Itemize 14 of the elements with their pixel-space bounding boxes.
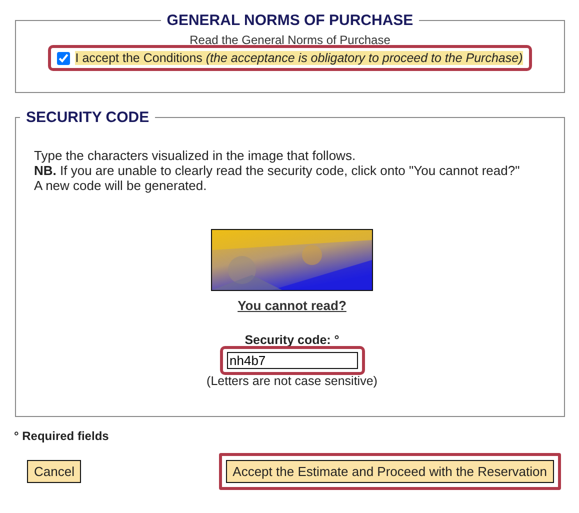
- note-text: NB. If you are unable to clearly read the security code, click onto "You cannot read?" A new code will be generated.: [34, 163, 521, 193]
- proceed-button[interactable]: Accept the Estimate and Proceed with the Reservation: [226, 460, 554, 483]
- hint-text: (Letters are not case sensitive): [206, 374, 378, 388]
- refresh-link[interactable]: You cannot read?: [238, 298, 346, 313]
- field-label: Security code: °: [244, 333, 340, 347]
- section-title: GENERAL NORMS OF PURCHASE: [166, 12, 414, 29]
- cancel-button[interactable]: Cancel: [27, 460, 82, 483]
- norms-link[interactable]: Read the General Norms of Purchase: [190, 33, 390, 47]
- security-code-field[interactable]: nh4b7: [226, 352, 358, 369]
- section-title: SECURITY CODE: [25, 109, 150, 126]
- accept-checkbox[interactable]: [57, 52, 70, 64]
- accept-label: I accept the Conditions (the acceptance is obligatory to proceed to the Purchase): [75, 51, 523, 65]
- required-note: ° Required fields: [14, 429, 110, 443]
- instructions-text: Type the characters visualized in the image that follows.: [34, 148, 357, 163]
